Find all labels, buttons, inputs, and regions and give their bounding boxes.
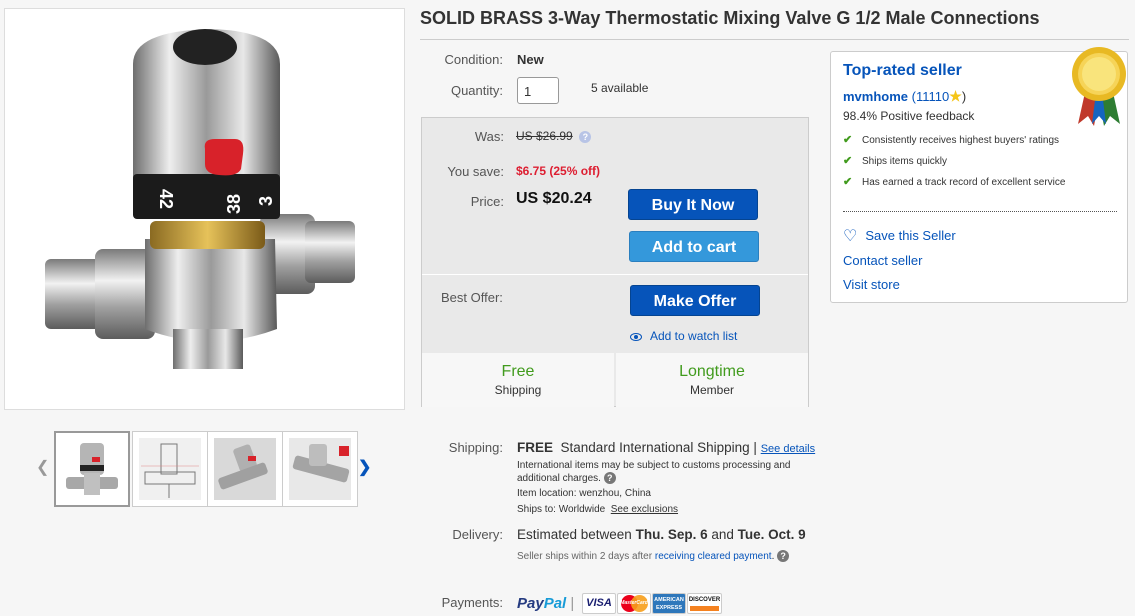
make-offer-button[interactable]: Make Offer [630, 285, 760, 316]
longtime-member-badge: Longtime Member [616, 353, 808, 407]
price-box: Was: US $26.99 ? You save: $6.75 (25% of… [421, 117, 809, 407]
main-product-image[interactable]: 42 38 3 [4, 8, 405, 410]
payments-label: Payments: [441, 595, 503, 610]
visa-logo: VISA [582, 593, 616, 614]
thermostatic-valve-image: 42 38 3 [45, 29, 355, 369]
save-label: You save: [447, 164, 504, 179]
dial-number-38: 38 [224, 194, 244, 214]
was-label: Was: [474, 129, 504, 144]
shipping-line: FREE Standard International Shipping | S… [517, 440, 815, 455]
heart-icon: ♡ [843, 228, 858, 246]
save-seller-link[interactable]: ♡ Save this Seller [843, 228, 956, 246]
see-details-link[interactable]: See details [761, 443, 815, 455]
delivery-note: Seller ships within 2 days after receivi… [517, 546, 797, 567]
shipping-free: FREE [517, 440, 554, 455]
seller-bullet-1: ✔ Consistently receives highest buyers' r… [843, 134, 1060, 146]
shipping-note: International items may be subject to cu… [517, 460, 791, 485]
thumbnail-3[interactable] [207, 431, 283, 507]
free-shipping-small: Shipping [494, 383, 542, 397]
amex-logo: AMERICAN EXPRESS [652, 593, 686, 614]
shipping-label: Shipping: [448, 440, 503, 455]
add-to-watch-list-link[interactable]: Add to watch list [630, 329, 737, 343]
was-price: US $26.99 ? [516, 129, 592, 143]
seller-score-close: ) [961, 89, 967, 104]
help-icon[interactable]: ? [603, 472, 616, 485]
positive-feedback: 98.4% Positive feedback [843, 109, 975, 123]
eye-icon [630, 332, 642, 341]
thumbnail-strip: ❮ ❯ [36, 431, 371, 507]
delivery-estimate: Estimated between Thu. Sep. 6 and Tue. O… [517, 527, 806, 542]
was-price-value: US $26.99 [516, 129, 573, 143]
ships-to: Ships to: Worldwide See exclusions [517, 504, 679, 515]
buy-it-now-button[interactable]: Buy It Now [628, 189, 758, 220]
thumbnail-1[interactable] [54, 431, 130, 507]
checkmark-icon: ✔ [843, 134, 853, 146]
product-title: SOLID BRASS 3-Way Thermostatic Mixing Va… [420, 8, 1040, 28]
condition-value: New [517, 52, 544, 67]
help-icon[interactable]: ? [777, 550, 790, 563]
chevron-left-icon[interactable]: ❮ [36, 457, 49, 477]
longtime-member-big: Longtime [679, 363, 745, 380]
mastercard-logo: MasterCard [617, 593, 651, 614]
top-rated-seller-heading: Top-rated seller [843, 62, 962, 79]
discover-logo: DISCOVER [687, 593, 722, 614]
quantity-available: 5 available [591, 81, 649, 95]
checkmark-icon: ✔ [843, 176, 853, 188]
seller-info: mvmhome (11110★) [843, 88, 966, 105]
price-box-divider [422, 274, 808, 275]
thumbnail-4[interactable] [282, 431, 358, 507]
paypal-logo: PayPal | [517, 595, 575, 612]
star-icon: ★ [949, 88, 962, 104]
help-icon[interactable]: ? [579, 130, 592, 143]
add-to-cart-button[interactable]: Add to cart [629, 231, 759, 262]
title-divider [420, 39, 1129, 40]
delivery-label: Delivery: [452, 527, 503, 542]
see-exclusions-link[interactable]: See exclusions [611, 504, 678, 515]
price-value: US $20.24 [516, 190, 592, 207]
longtime-member-small: Member [689, 383, 734, 397]
chevron-right-icon[interactable]: ❯ [358, 457, 371, 477]
condition-label: Condition: [444, 52, 503, 67]
visit-store-link[interactable]: Visit store [843, 277, 900, 292]
quantity-label: Quantity: [450, 83, 503, 98]
dial-number-3: 3 [256, 196, 276, 206]
seller-bullet-3: ✔ Has earned a track record of excellent … [843, 176, 1066, 188]
top-rated-medal-icon [1072, 47, 1126, 126]
thumbnail-2[interactable] [132, 431, 208, 507]
checkmark-icon: ✔ [843, 155, 853, 167]
dial-number-42: 42 [156, 189, 176, 209]
save-value: $6.75 (25% off) [516, 164, 601, 178]
seller-divider [843, 211, 1117, 212]
seller-name-link[interactable]: mvmhome [843, 89, 908, 104]
seller-bullet-2: ✔ Ships items quickly [843, 155, 948, 167]
item-location: Item location: wenzhou, China [517, 488, 651, 499]
shipping-method: Standard International Shipping | [560, 440, 757, 455]
free-shipping-big: Free [501, 363, 535, 380]
cleared-payment-link[interactable]: receiving cleared payment [655, 551, 772, 562]
price-label: Price: [470, 194, 504, 209]
watch-list-label: Add to watch list [650, 329, 738, 343]
save-seller-label: Save this Seller [865, 228, 956, 243]
best-offer-label: Best Offer: [441, 290, 503, 305]
contact-seller-link[interactable]: Contact seller [843, 253, 922, 268]
quantity-input[interactable]: 1 [517, 77, 559, 104]
free-shipping-badge: Free Shipping [422, 353, 614, 407]
seller-score[interactable]: (11110 [912, 89, 950, 104]
